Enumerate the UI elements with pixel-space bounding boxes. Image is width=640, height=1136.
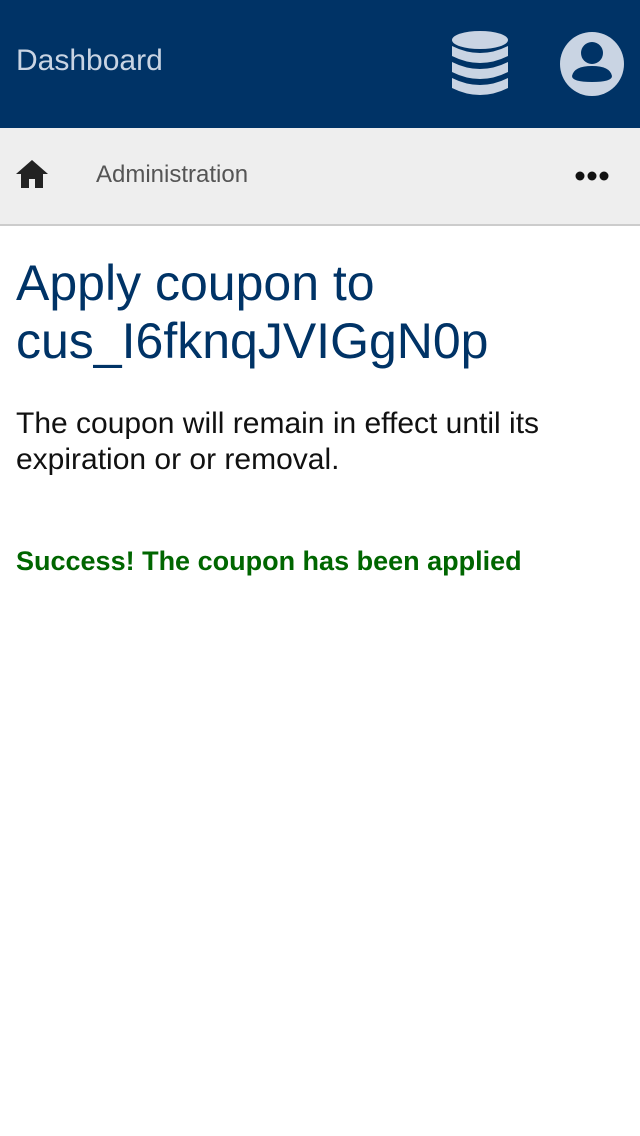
app-title[interactable]: Dashboard xyxy=(16,43,163,79)
database-icon xyxy=(452,31,508,95)
account-button[interactable] xyxy=(558,30,626,98)
home-button[interactable] xyxy=(14,156,50,192)
success-message: Success! The coupon has been applied xyxy=(16,546,522,576)
account-circle-icon xyxy=(560,32,624,96)
more-button[interactable] xyxy=(568,158,616,194)
more-horizontal-icon xyxy=(575,171,609,181)
main-content: Apply coupon to cus_I6fknqJVIGgN0p The c… xyxy=(16,254,616,578)
home-icon xyxy=(16,160,48,188)
administration-link[interactable]: Administration xyxy=(96,160,248,190)
top-app-bar: Dashboard xyxy=(0,0,640,128)
breadcrumb-bar: Administration xyxy=(0,128,640,226)
page-title: Apply coupon to cus_I6fknqJVIGgN0p xyxy=(16,255,489,369)
database-button[interactable] xyxy=(448,30,512,98)
coupon-description: The coupon will remain in effect until i… xyxy=(16,407,540,476)
